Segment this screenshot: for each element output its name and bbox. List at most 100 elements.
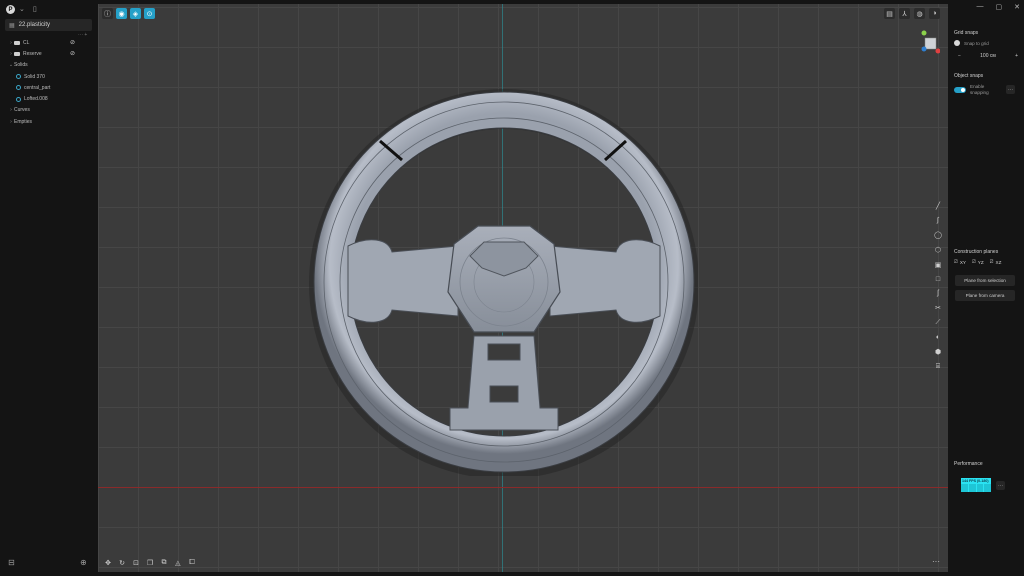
tree-item-label: Lofted.008	[24, 96, 48, 103]
view-cube-gizmo[interactable]	[920, 30, 940, 54]
rotate-icon[interactable]: ↻	[116, 557, 128, 569]
grid-snaps-title: Grid snaps	[954, 30, 979, 36]
grid-size-value[interactable]: 100 см	[980, 53, 996, 59]
viewport-bottom-toolbar: ✥ ↻ ⊡ ❐ ⧉ ◬ ⧠	[102, 557, 198, 569]
performance-more-button[interactable]: ···	[996, 481, 1005, 490]
maximize-icon[interactable]: ▢	[996, 3, 1003, 11]
x-axis-line	[98, 487, 948, 488]
tree-section-curves[interactable]: › Curves	[0, 105, 97, 116]
grid-size-stepper[interactable]: − 100 см +	[958, 53, 1018, 59]
tree-section-empties[interactable]: › Empties	[0, 116, 97, 127]
grid-decrement-button[interactable]: −	[958, 53, 961, 59]
snap-to-grid-row[interactable]: Snap to grid	[954, 40, 989, 46]
solid-icon	[16, 74, 21, 80]
mirror-icon[interactable]: ⧉	[158, 557, 170, 569]
viewport-more-button[interactable]: ···	[932, 557, 940, 566]
viewport-top-left-toolbar: ⓘ ◉ ◈ ⊙	[102, 8, 155, 19]
sidebar-toggle-icon[interactable]: ▯	[33, 5, 37, 14]
app-menu[interactable]: P ⌄ ▯	[6, 5, 37, 14]
hidden-eye-icon[interactable]: ⊘	[70, 39, 75, 46]
close-icon[interactable]: ✕	[1014, 3, 1020, 11]
performance-graph: 144 FPS (0-180)	[961, 478, 991, 492]
cube-icon[interactable]: ⬢	[932, 346, 944, 359]
left-spoke[interactable]	[347, 239, 459, 323]
move-icon[interactable]: ✥	[102, 557, 114, 569]
zoom-icon[interactable]: ⊕	[80, 558, 87, 567]
enable-snapping-toggle[interactable]	[954, 86, 966, 93]
folder-open-icon[interactable]: ⊟	[8, 558, 15, 567]
tree-item-solid-370[interactable]: Solid 370	[0, 71, 97, 82]
plane-icon: ⧄	[971, 259, 976, 265]
enable-snapping-label: Enable snapping	[970, 84, 989, 95]
scale-icon[interactable]: ⊡	[130, 557, 142, 569]
cylinder-icon[interactable]: ⌸	[932, 361, 944, 374]
outliner-sidebar: P ⌄ ▯ ▦ 22.plasticity ··· + › CL ⊘ › Res…	[0, 0, 97, 576]
axes-icon[interactable]: ⅄	[899, 8, 910, 19]
info-icon[interactable]: ⓘ	[102, 8, 113, 19]
copy-icon[interactable]: ⧠	[186, 557, 198, 569]
tree-section-label: Curves	[14, 107, 30, 114]
solid-icon	[16, 96, 21, 102]
folder-icon	[14, 51, 20, 56]
object-snaps-title: Object snaps	[954, 73, 984, 79]
spiral-icon[interactable]: ʃ	[932, 288, 944, 301]
box-icon[interactable]: ▣	[932, 258, 944, 271]
outliner-tree: › CL ⊘ › Reserve ⊘ ⌄ Solids Solid 370 ce…	[0, 37, 97, 127]
minimize-icon[interactable]: —	[977, 3, 984, 11]
tree-item-cl[interactable]: › CL ⊘	[0, 37, 97, 48]
snap-to-grid-label: Snap to grid	[964, 40, 989, 46]
properties-panel: — ▢ ✕ Grid snaps Snap to grid − 100 см +…	[949, 0, 1024, 576]
render-mode-icon[interactable]: ◑	[929, 8, 940, 19]
line-icon[interactable]: ╱	[932, 200, 944, 213]
globe-icon[interactable]: ◍	[914, 8, 925, 19]
circle-icon[interactable]: ◯	[932, 229, 944, 242]
snap-to-grid-toggle[interactable]	[954, 40, 960, 46]
sphere-icon[interactable]: ◐	[932, 331, 944, 344]
3d-viewport[interactable]: ⓘ ◉ ◈ ⊙ ▤ ⅄ ◍ ◑ ╱ ∫ ◯ ⬡ ▣ □ ʃ ✂ ⟋ ◐ ⬢ ⌸ …	[98, 4, 948, 572]
bridge-icon[interactable]: ⟋	[932, 317, 944, 330]
overlay-icon[interactable]: ⊙	[144, 8, 155, 19]
tree-section-label: Empties	[14, 118, 33, 125]
viewport-top-right-toolbar: ▤ ⅄ ◍ ◑	[884, 8, 940, 19]
plane-xy[interactable]: ⧄ XY	[954, 259, 966, 266]
app-logo[interactable]: P	[6, 5, 15, 14]
xray-icon[interactable]: ◈	[130, 8, 141, 19]
performance-title: Performance	[954, 461, 983, 467]
plane-yz[interactable]: ⧄ YZ	[972, 259, 984, 266]
grid-increment-button[interactable]: +	[1015, 53, 1018, 59]
duplicate-icon[interactable]: ❐	[144, 557, 156, 569]
hidden-eye-icon[interactable]: ⊘	[70, 50, 75, 57]
plane-label: YZ	[977, 260, 984, 265]
tree-item-central-part[interactable]: central_part	[0, 82, 97, 93]
fps-readout: 144 FPS (0-180)	[962, 479, 989, 483]
file-tab[interactable]: ▦ 22.plasticity	[5, 19, 92, 31]
tree-item-label: Reserve	[23, 50, 42, 57]
tree-item-reserve[interactable]: › Reserve ⊘	[0, 48, 97, 59]
chevron-down-icon[interactable]: ⌄	[19, 5, 25, 14]
tree-item-lofted-008[interactable]: Lofted.008	[0, 93, 97, 104]
tree-section-label: Solids	[14, 62, 28, 69]
right-spoke[interactable]	[549, 239, 661, 323]
creation-tool-strip: ╱ ∫ ◯ ⬡ ▣ □ ʃ ✂ ⟋ ◐ ⬢ ⌸	[932, 200, 946, 373]
solid-icon	[16, 85, 21, 91]
scissors-icon[interactable]: ✂	[932, 302, 944, 315]
enable-snapping-row[interactable]: Enable snapping	[954, 84, 992, 95]
tree-item-label: CL	[23, 39, 30, 46]
perspective-icon[interactable]: ▤	[884, 8, 895, 19]
plane-from-selection-button[interactable]: Plane from selection	[955, 275, 1015, 286]
measure-icon[interactable]: ◬	[172, 557, 184, 569]
plane-from-camera-button[interactable]: Plane from camera	[955, 290, 1015, 301]
construction-plane-list: ⧄ XY ⧄ YZ ⧄ XZ	[954, 259, 1001, 266]
plane-label: XZ	[995, 260, 1002, 265]
folder-icon	[14, 40, 20, 45]
rectangle-icon[interactable]: □	[932, 273, 944, 286]
tree-item-label: central_part	[24, 84, 51, 91]
curve-icon[interactable]: ∫	[932, 215, 944, 228]
plane-icon: ⧄	[989, 259, 994, 265]
solid-shading-icon[interactable]: ◉	[116, 8, 127, 19]
plane-xz[interactable]: ⧄ XZ	[990, 259, 1002, 266]
polygon-icon[interactable]: ⬡	[932, 244, 944, 257]
tree-section-solids[interactable]: ⌄ Solids	[0, 60, 97, 71]
object-snaps-more-button[interactable]: ···	[1006, 85, 1015, 94]
steering-wheel-model[interactable]	[308, 86, 698, 476]
